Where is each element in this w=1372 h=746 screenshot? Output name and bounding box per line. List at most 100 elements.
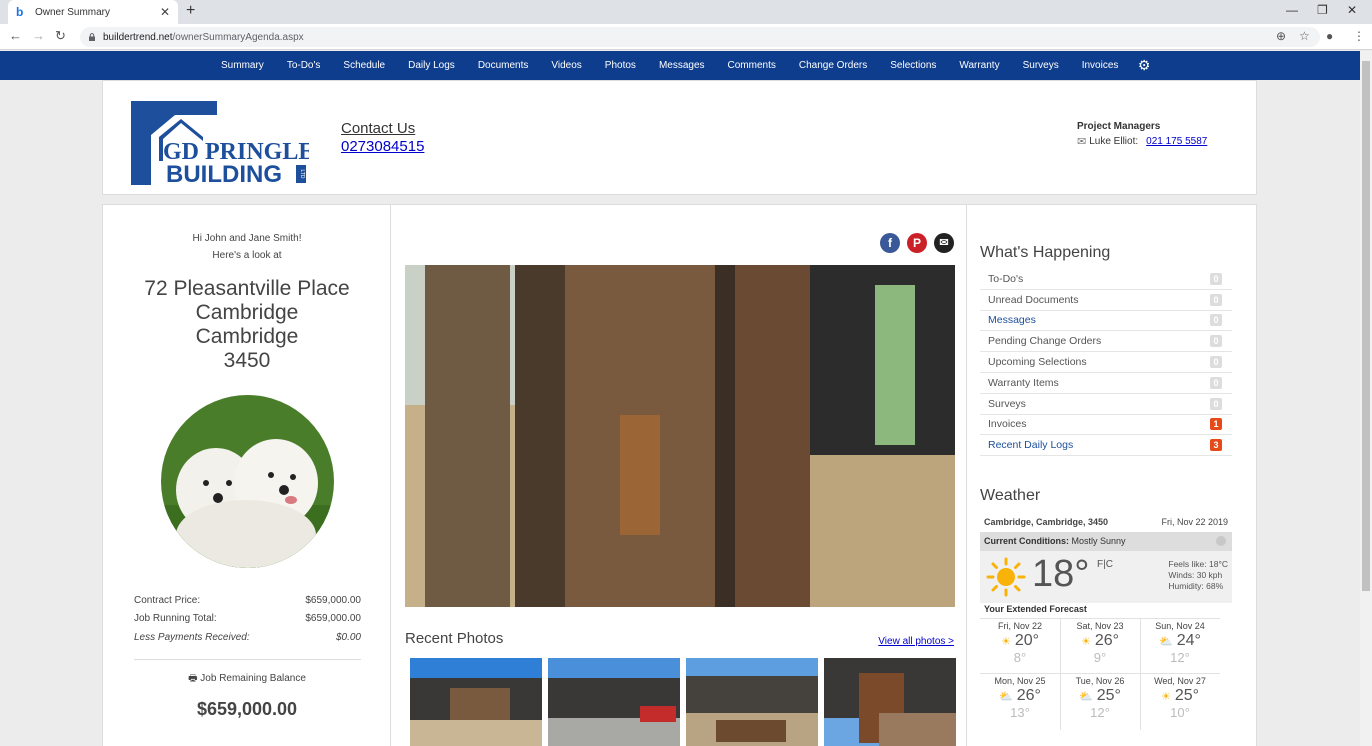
unit-toggle[interactable]: F|C (1097, 559, 1113, 570)
nav-daily-logs[interactable]: Daily Logs (408, 60, 455, 71)
happening-item-invoices[interactable]: Invoices 1 (980, 415, 1232, 436)
browser-tab-bar: b Owner Summary ✕ + — ❐ ✕ (0, 0, 1372, 24)
current-temp: 18° (1032, 553, 1090, 595)
forecast-low: 9° (1093, 650, 1107, 665)
happening-label: To-Do's (988, 272, 1024, 285)
forecast-high: 25° (1096, 687, 1121, 704)
pm-phone-link[interactable]: 021 175 5587 (1146, 136, 1207, 147)
happening-label: Invoices (988, 418, 1027, 431)
payments-row: Less Payments Received: $0.00 (134, 632, 361, 643)
nav-todos[interactable]: To-Do's (287, 60, 321, 71)
extended-forecast-title: Your Extended Forecast (984, 604, 1087, 614)
running-total-label: Job Running Total: (134, 613, 217, 624)
featured-photo[interactable] (405, 265, 955, 607)
forecast-high: 25° (1174, 687, 1200, 704)
count-badge: 3 (1210, 439, 1222, 452)
forecast-low: 12° (1170, 650, 1190, 665)
happening-item-warranty[interactable]: Warranty Items 0 (980, 373, 1232, 394)
happening-item-documents[interactable]: Unread Documents 0 (980, 290, 1232, 311)
nav-videos[interactable]: Videos (551, 60, 581, 71)
forecast-high: 26° (1094, 632, 1120, 649)
nav-messages[interactable]: Messages (659, 60, 705, 71)
pm-title: Project Managers (1077, 121, 1161, 132)
nav-invoices[interactable]: Invoices (1082, 60, 1119, 71)
happening-item-todos[interactable]: To-Do's 0 (980, 269, 1232, 290)
reload-icon[interactable]: ↻ (55, 28, 66, 44)
nav-selections[interactable]: Selections (890, 60, 936, 71)
pinterest-icon[interactable]: P (907, 233, 927, 253)
printer-icon: 🖶 (188, 673, 198, 684)
refresh-icon[interactable] (1216, 536, 1226, 546)
mail-icon[interactable]: ✉ (1077, 135, 1086, 148)
remaining-label-text: Job Remaining Balance (200, 673, 306, 684)
happening-item-selections[interactable]: Upcoming Selections 0 (980, 352, 1232, 373)
forecast-date: Wed, Nov 27 (1154, 676, 1206, 686)
forecast-day: Sun, Nov 24 ⛅ 24° 12° (1140, 618, 1220, 673)
forecast-date: Tue, Nov 26 (1075, 676, 1125, 686)
forecast-day: Tue, Nov 26 ⛅ 25° 12° (1060, 673, 1140, 728)
contact-block: Contact Us 0273084515 (341, 120, 424, 155)
whats-happening-title: What's Happening (980, 244, 1111, 261)
main-card: Hi John and Jane Smith! Here's a look at… (102, 204, 1257, 746)
sun-icon: ☀ (1080, 635, 1091, 648)
photo-thumbnail[interactable] (548, 658, 680, 746)
photo-thumbnail[interactable] (824, 658, 956, 746)
header-card: GD PRINGLE BUILDING LTD Contact Us 02730… (102, 80, 1257, 195)
forecast-date: Sun, Nov 24 (1155, 621, 1205, 631)
current-weather: 18° F|C Feels like: 18°C Winds: 30 kph H… (980, 551, 1232, 603)
minimize-icon[interactable]: — (1286, 3, 1298, 17)
winds: Winds: 30 kph (1168, 570, 1223, 580)
nav-warranty[interactable]: Warranty (959, 60, 999, 71)
scrollbar-thumb[interactable] (1362, 61, 1370, 591)
nav-change-orders[interactable]: Change Orders (799, 60, 867, 71)
nav-documents[interactable]: Documents (478, 60, 529, 71)
photo-thumbnail[interactable] (686, 658, 818, 746)
nav-comments[interactable]: Comments (728, 60, 776, 71)
remaining-balance-label[interactable]: 🖶 Job Remaining Balance (103, 671, 391, 688)
new-tab-icon[interactable]: + (186, 2, 195, 20)
forecast-date: Mon, Nov 25 (994, 676, 1046, 686)
nav-photos[interactable]: Photos (605, 60, 636, 71)
address-line: Cambridge (195, 301, 299, 324)
close-window-icon[interactable]: ✕ (1347, 3, 1357, 17)
happening-item-daily-logs[interactable]: Recent Daily Logs 3 (980, 435, 1232, 457)
count-badge: 0 (1210, 397, 1222, 410)
partly-cloudy-icon: ⛅ (1159, 635, 1173, 648)
forward-icon[interactable]: → (32, 28, 45, 43)
contact-us-link[interactable]: Contact Us (341, 120, 424, 137)
bookmark-star-icon[interactable]: ☆ (1299, 29, 1310, 43)
nav-summary[interactable]: Summary (221, 60, 264, 71)
zoom-icon[interactable]: ⊕ (1276, 29, 1286, 43)
forecast-high: 26° (1016, 687, 1041, 704)
nav-surveys[interactable]: Surveys (1023, 60, 1059, 71)
photo-thumbnail[interactable] (410, 658, 542, 746)
restore-icon[interactable]: ❐ (1317, 3, 1328, 17)
contact-phone-link[interactable]: 0273084515 (341, 138, 424, 155)
happening-label: Pending Change Orders (988, 335, 1102, 348)
lock-icon (89, 33, 95, 41)
weather-details: Feels like: 18°C Winds: 30 kph Humidity:… (1168, 559, 1228, 592)
url-input[interactable]: buildertrend.net/ownerSummaryAgenda.aspx (80, 27, 1320, 47)
happening-item-change-orders[interactable]: Pending Change Orders 0 (980, 331, 1232, 353)
page-scrollbar[interactable] (1360, 51, 1372, 746)
nav-schedule[interactable]: Schedule (343, 60, 385, 71)
back-icon[interactable]: ← (9, 28, 22, 43)
gear-icon[interactable]: ⚙ (1138, 57, 1151, 74)
divider (134, 659, 361, 660)
address-line: Cambridge (195, 325, 299, 348)
sun-icon: ☀ (1160, 690, 1171, 703)
happening-item-surveys[interactable]: Surveys 0 (980, 394, 1232, 415)
count-badge: 1 (1210, 418, 1222, 431)
browser-tab[interactable]: b Owner Summary ✕ (8, 0, 178, 24)
happening-item-messages[interactable]: Messages 0 (980, 311, 1232, 332)
close-tab-icon[interactable]: ✕ (160, 5, 170, 19)
view-all-photos-link[interactable]: View all photos > (878, 636, 954, 647)
happening-label: Upcoming Selections (988, 356, 1087, 369)
greeting: Hi John and Jane Smith! (192, 233, 302, 244)
payments-value: $0.00 (335, 632, 361, 643)
profile-icon[interactable]: ● (1326, 29, 1333, 43)
email-share-icon[interactable]: ✉ (934, 233, 954, 253)
facebook-icon[interactable]: f (880, 233, 900, 253)
menu-kebab-icon[interactable]: ⋮ (1353, 29, 1365, 43)
happening-label: Recent Daily Logs (988, 439, 1074, 452)
